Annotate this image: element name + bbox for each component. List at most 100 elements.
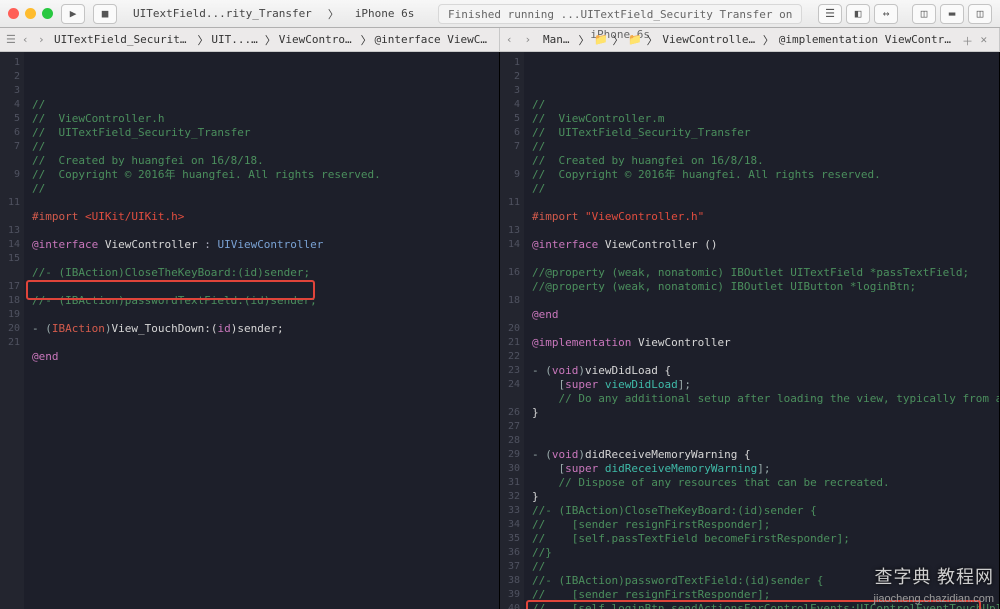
close-dot-icon[interactable] (8, 8, 19, 19)
jump-folder[interactable]: UIT...sfer (211, 33, 258, 46)
code-line[interactable] (32, 336, 499, 350)
code-line[interactable] (532, 252, 999, 266)
line-number: 33 (500, 504, 520, 518)
code-line[interactable]: } (532, 406, 999, 420)
jump-folder-icon[interactable]: 📁 (628, 33, 640, 46)
jump-file-m[interactable]: ViewController.m (662, 33, 757, 46)
code-area-m[interactable]: //// ViewController.m// UITextField_Secu… (524, 52, 999, 609)
code-line[interactable]: [super viewDidLoad]; (532, 378, 999, 392)
code-line[interactable] (532, 294, 999, 308)
code-line[interactable]: // ViewController.m (532, 112, 999, 126)
code-line[interactable] (32, 280, 499, 294)
device-selector[interactable]: iPhone 6s (347, 7, 423, 20)
jump-bar-right[interactable]: ‹ › Manua〉 📁〉 📁〉 ViewController.m〉 @impl… (500, 28, 1000, 51)
code-line[interactable]: #import "ViewController.h" (532, 210, 999, 224)
code-line[interactable] (532, 350, 999, 364)
code-line[interactable]: // [sender resignFirstResponder]; (532, 518, 999, 532)
code-area-h[interactable]: //// ViewController.h// UITextField_Secu… (24, 52, 499, 609)
code-line[interactable]: @end (532, 308, 999, 322)
code-line[interactable]: // Created by huangfei on 16/8/18. (32, 154, 499, 168)
code-line[interactable]: // Created by huangfei on 16/8/18. (532, 154, 999, 168)
code-line[interactable] (32, 224, 499, 238)
code-line[interactable]: // Dispose of any resources that can be … (532, 476, 999, 490)
code-line[interactable]: //@property (weak, nonatomic) IBOutlet U… (532, 280, 999, 294)
nav-forward-icon[interactable]: › (524, 33, 536, 47)
assistant-mode[interactable]: Manua (543, 33, 573, 46)
nav-back-icon[interactable]: ‹ (22, 33, 32, 47)
code-line[interactable]: // (532, 182, 999, 196)
jump-folder-icon[interactable]: 📁 (594, 33, 606, 46)
code-line[interactable]: #import <UIKit/UIKit.h> (32, 210, 499, 224)
editor-assistant-icon[interactable]: ◧ (846, 4, 870, 24)
code-line[interactable]: // UITextField_Security_Transfer (32, 126, 499, 140)
code-line[interactable]: //- (IBAction)CloseTheKeyBoard:(id)sende… (532, 504, 999, 518)
close-assistant-icon[interactable]: ✕ (981, 33, 993, 47)
code-line[interactable]: @implementation ViewController (532, 336, 999, 350)
line-number: 3 (0, 84, 20, 98)
code-line[interactable] (32, 308, 499, 322)
toggle-debug-icon[interactable]: ▬ (940, 4, 964, 24)
toggle-navigator-icon[interactable]: ◫ (912, 4, 936, 24)
code-line[interactable] (532, 196, 999, 210)
line-number: 11 (0, 196, 20, 210)
code-line[interactable]: // Do any additional setup after loading… (532, 392, 999, 406)
code-line[interactable]: //- (IBAction)CloseTheKeyBoard:(id)sende… (32, 266, 499, 280)
watermark-site: jiaocheng.chazidian.com (874, 593, 994, 605)
code-line[interactable]: @end (32, 350, 499, 364)
window-controls[interactable] (8, 8, 53, 19)
stop-button[interactable]: ■ (93, 4, 117, 24)
line-number: 9 (0, 168, 20, 182)
code-line[interactable]: // (32, 140, 499, 154)
code-line[interactable]: } (532, 490, 999, 504)
line-number: 37 (500, 560, 520, 574)
add-assistant-icon[interactable]: ＋ (962, 33, 974, 47)
code-line[interactable]: - (IBAction)View_TouchDown:(id)sender; (32, 322, 499, 336)
nav-forward-icon[interactable]: › (38, 33, 48, 47)
code-line[interactable]: // (532, 140, 999, 154)
toggle-inspector-icon[interactable]: ◫ (968, 4, 992, 24)
run-button[interactable]: ▶ (61, 4, 85, 24)
code-line[interactable] (32, 378, 499, 392)
jump-file-h[interactable]: ViewController.h (279, 33, 355, 46)
code-line[interactable]: // (532, 98, 999, 112)
jump-bar-left[interactable]: ☰ ‹ › UITextField_Security_Transfer〉 UIT… (0, 28, 500, 51)
line-number (500, 182, 520, 196)
code-line[interactable]: // UITextField_Security_Transfer (532, 126, 999, 140)
code-line[interactable]: - (void)viewDidLoad { (532, 364, 999, 378)
code-line[interactable]: //} (532, 546, 999, 560)
editor-version-icon[interactable]: ↔ (874, 4, 898, 24)
line-number: 9 (500, 168, 520, 182)
code-line[interactable] (32, 252, 499, 266)
line-number: 38 (500, 574, 520, 588)
editor-standard-icon[interactable]: ☰ (818, 4, 842, 24)
code-line[interactable]: @interface ViewController : UIViewContro… (32, 238, 499, 252)
code-line[interactable]: // [self.passTextField becomeFirstRespon… (532, 532, 999, 546)
code-line[interactable] (32, 196, 499, 210)
line-number: 35 (500, 532, 520, 546)
code-line[interactable]: //- (IBAction)passwordTextField:(id)send… (32, 294, 499, 308)
code-line[interactable]: - (void)didReceiveMemoryWarning { (532, 448, 999, 462)
nav-back-icon[interactable]: ‹ (506, 33, 518, 47)
code-line[interactable]: // Copyright © 2016年 huangfei. All right… (532, 168, 999, 182)
code-line[interactable]: // Copyright © 2016年 huangfei. All right… (32, 168, 499, 182)
code-line[interactable]: // ViewController.h (32, 112, 499, 126)
minimize-dot-icon[interactable] (25, 8, 36, 19)
code-line[interactable] (532, 420, 999, 434)
code-line[interactable]: //@property (weak, nonatomic) IBOutlet U… (532, 266, 999, 280)
code-line[interactable]: // (32, 182, 499, 196)
code-line[interactable]: // (32, 98, 499, 112)
code-line[interactable] (532, 224, 999, 238)
code-line[interactable]: @interface ViewController () (532, 238, 999, 252)
code-line[interactable] (532, 322, 999, 336)
jump-symbol-m[interactable]: @implementation ViewController (779, 33, 956, 46)
zoom-dot-icon[interactable] (42, 8, 53, 19)
jump-symbol-h[interactable]: @interface ViewController (374, 33, 493, 46)
code-line[interactable]: [super didReceiveMemoryWarning]; (532, 462, 999, 476)
line-number: 31 (500, 476, 520, 490)
jump-bar: ☰ ‹ › UITextField_Security_Transfer〉 UIT… (0, 28, 1000, 52)
jump-project[interactable]: UITextField_Security_Transfer (54, 33, 192, 46)
code-line[interactable] (532, 434, 999, 448)
scheme-selector[interactable]: UITextField...rity_Transfer (125, 7, 320, 20)
code-line[interactable] (32, 364, 499, 378)
related-items-icon[interactable]: ☰ (6, 33, 16, 47)
